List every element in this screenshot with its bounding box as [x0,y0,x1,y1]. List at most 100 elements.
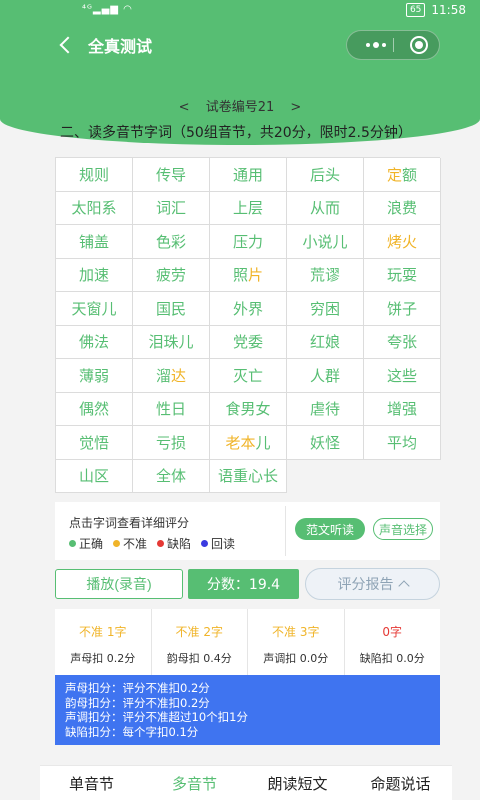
score-report-button[interactable]: 评分报告 [305,568,440,600]
tab-topic-speech[interactable]: 命题说话 [349,766,452,800]
word-cell[interactable]: 虐待 [287,392,364,426]
word-cell[interactable]: 增强 [364,392,441,426]
word-cell[interactable]: 铺盖 [56,225,133,259]
word-cell[interactable]: 偶然 [56,392,133,426]
next-paper-button[interactable]: > [290,100,301,115]
word-text: 偶然 [78,400,109,419]
word-text: 薄弱 [78,366,109,385]
word-cell[interactable]: 灭亡 [210,359,287,393]
word-cell[interactable]: 饼子 [364,292,441,326]
stat-value: 不准 1字 [79,625,127,639]
more-icon[interactable] [359,31,393,59]
status-bar: ⁴ᴳ▂▄▆ ◠ 65 11:58 [0,0,480,22]
legend-inaccurate: 不准 [113,535,147,552]
word-cell[interactable]: 外界 [210,292,287,326]
word-cell[interactable]: 夸张 [364,325,441,359]
word-cell[interactable]: 山区 [56,459,133,493]
word-cell[interactable]: 党委 [210,325,287,359]
back-icon[interactable] [58,35,74,55]
word-cell[interactable]: 疲劳 [133,258,210,292]
signal-wifi-icon: ⁴ᴳ▂▄▆ ◠ [82,4,133,15]
word-text: 语重心长 [217,467,278,486]
word-cell[interactable]: 荒谬 [287,258,364,292]
word-text: 铺盖 [78,232,109,251]
sample-listen-button[interactable]: 范文听读 [295,518,365,540]
stat-tone: 不准 3字 声调扣 0.0分 [248,609,345,675]
tab-single-syllable[interactable]: 单音节 [40,766,143,800]
tab-multi-syllable[interactable]: 多音节 [143,766,246,800]
word-text: 玩耍 [386,266,417,285]
stat-defect: 0字 缺陷扣 0.0分 [345,609,441,675]
word-text: 佛法 [78,333,109,352]
word-cell[interactable]: 玩耍 [364,258,441,292]
word-cell[interactable]: 从而 [287,191,364,225]
status-right: 65 11:58 [405,3,466,17]
word-cell[interactable]: 溜达 [133,359,210,393]
word-cell[interactable]: 定额 [364,158,441,192]
word-cell[interactable]: 传导 [133,158,210,192]
word-cell[interactable]: 佛法 [56,325,133,359]
section-title: 二、读多音节字词（50组音节，共20分，限时2.5分钟） [60,125,412,141]
word-text: 夸张 [386,333,417,352]
play-recording-button[interactable]: 播放(录音) [55,569,183,599]
word-text: 全体 [155,467,186,486]
word-text: 食男女 [225,400,271,419]
word-cell[interactable]: 烤火 [364,225,441,259]
score-display: 分数：19.4 [188,569,299,599]
word-cell[interactable]: 性日 [133,392,210,426]
word-cell[interactable]: 上层 [210,191,287,225]
prev-paper-button[interactable]: < [179,100,190,115]
word-text: 山区 [78,467,109,486]
word-cell[interactable]: 妖怪 [287,426,364,460]
word-cell[interactable]: 亏损 [133,426,210,460]
word-cell[interactable]: 天窗儿 [56,292,133,326]
word-text: 加速 [78,266,109,285]
word-cell[interactable]: 压力 [210,225,287,259]
word-cell[interactable]: 后头 [287,158,364,192]
word-text: 通用 [232,165,263,184]
close-icon[interactable] [410,36,428,54]
word-cell[interactable]: 太阳系 [56,191,133,225]
voice-select-button[interactable]: 声音选择 [373,518,433,540]
word-cell[interactable]: 词汇 [133,191,210,225]
rule-line: 韵母扣分：评分不准扣0.2分 [65,695,210,710]
word-cell[interactable]: 薄弱 [56,359,133,393]
word-text: 平均 [386,433,417,452]
word-text: 传导 [155,165,186,184]
word-cell[interactable]: 泪珠儿 [133,325,210,359]
word-text: 小说儿 [302,232,348,251]
word-cell[interactable]: 老本儿 [210,426,287,460]
paper-number: 试卷编号21 [205,100,275,115]
word-text: 外界 [232,299,263,318]
word-cell[interactable]: 食男女 [210,392,287,426]
tab-read-passage[interactable]: 朗读短文 [246,766,349,800]
chevron-up-icon [397,580,410,592]
word-cell[interactable]: 小说儿 [287,225,364,259]
word-text: 照 [232,266,248,285]
word-cell[interactable]: 规则 [56,158,133,192]
word-text: 上层 [232,199,263,218]
word-cell[interactable]: 国民 [133,292,210,326]
score-report-label: 评分报告 [337,576,394,592]
legend-reread: 回读 [201,535,235,552]
word-text: 浪费 [386,199,417,218]
word-cell[interactable]: 加速 [56,258,133,292]
word-cell[interactable]: 人群 [287,359,364,393]
word-cell[interactable]: 通用 [210,158,287,192]
word-cell[interactable]: 穷困 [287,292,364,326]
word-cell[interactable]: 红娘 [287,325,364,359]
word-cell[interactable]: 色彩 [133,225,210,259]
word-cell[interactable]: 这些 [364,359,441,393]
word-text: 儿 [255,433,271,452]
word-cell[interactable]: 语重心长 [210,459,287,493]
legend-hint: 点击字词查看详细评分 [69,516,190,530]
word-cell[interactable]: 浪费 [364,191,441,225]
word-cell[interactable]: 觉悟 [56,426,133,460]
capsule-divider [393,38,394,52]
word-text: 饼子 [386,299,417,318]
word-cell[interactable]: 平均 [364,426,441,460]
page-title: 全真测试 [88,37,153,56]
word-cell[interactable]: 全体 [133,459,210,493]
stat-value: 不准 2字 [175,625,223,639]
word-cell[interactable]: 照片 [210,258,287,292]
